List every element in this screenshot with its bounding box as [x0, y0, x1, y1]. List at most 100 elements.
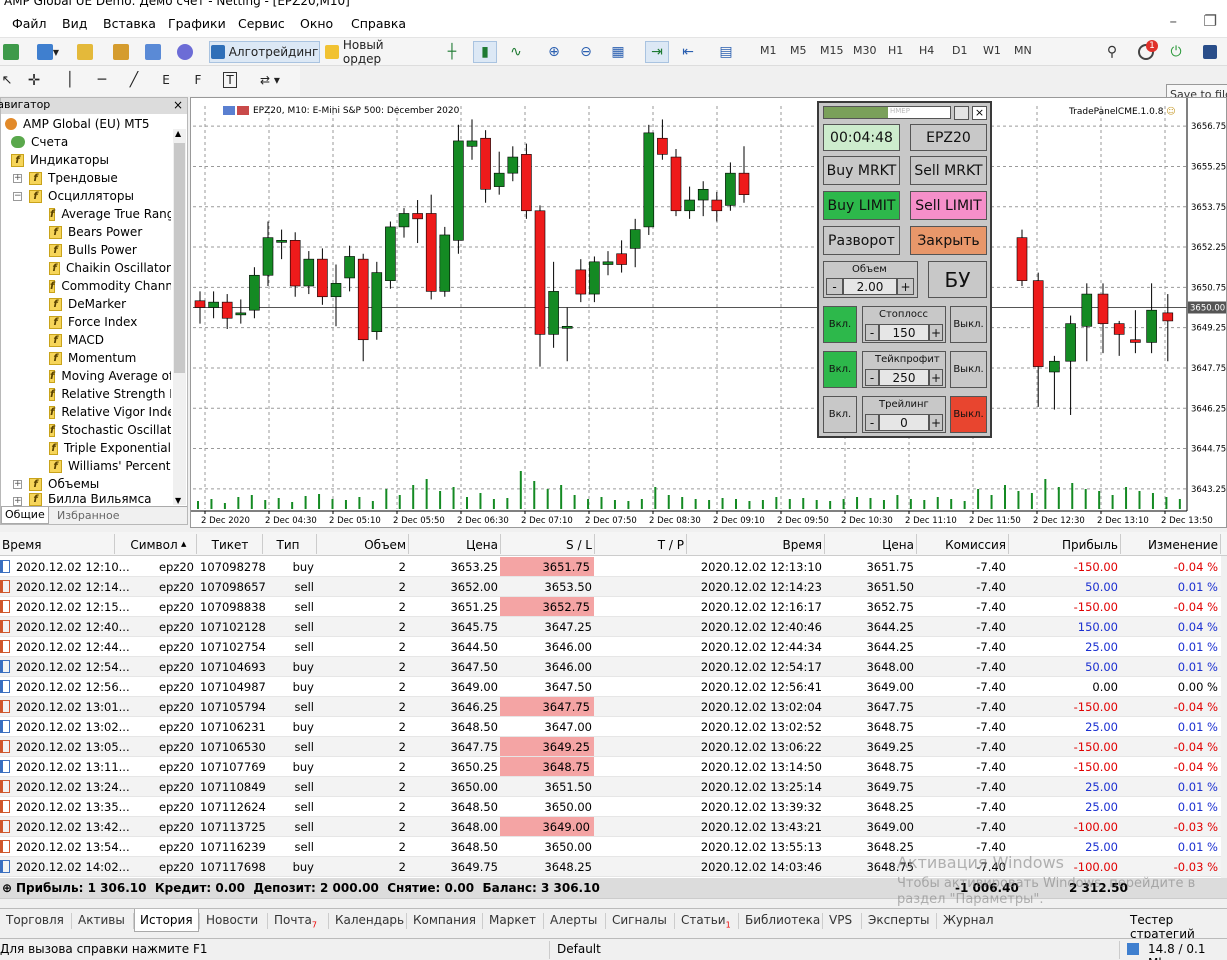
- menu-file[interactable]: Файл: [12, 16, 47, 31]
- sell-market-button[interactable]: Sell MRKT: [910, 156, 987, 185]
- indicator-item[interactable]: f Commodity Channel: [49, 277, 171, 295]
- tree-root[interactable]: AMP Global (EU) MT5: [5, 115, 150, 133]
- new-chart-icon[interactable]: [0, 41, 22, 63]
- sl-minus-button[interactable]: -: [865, 324, 879, 341]
- tab-signals[interactable]: Сигналы: [612, 913, 667, 927]
- tp-minus-button[interactable]: -: [865, 369, 879, 386]
- minimize-panel-button[interactable]: [954, 106, 969, 120]
- tab-news[interactable]: Новости: [206, 913, 258, 927]
- scroll-down-icon[interactable]: ▼: [175, 496, 181, 505]
- scroll-up-icon[interactable]: ▲: [175, 129, 181, 138]
- indicator-item[interactable]: f Relative Strength I: [49, 385, 171, 403]
- expand-icon[interactable]: +: [13, 174, 22, 183]
- column-header[interactable]: Цена: [410, 538, 498, 552]
- table-row[interactable]: 2020.12.02 13:01... epz20 107105794 sell 2 36…: [0, 697, 1221, 717]
- indicator-item[interactable]: f Bulls Power: [49, 241, 171, 259]
- tab-experts[interactable]: Эксперты: [868, 913, 930, 927]
- tab-calendar[interactable]: Календарь: [335, 913, 404, 927]
- bar-chart-icon[interactable]: ┼: [441, 41, 463, 63]
- menu-charts[interactable]: Графики: [168, 16, 226, 31]
- volume-plus-button[interactable]: +: [897, 278, 914, 295]
- sl-plus-button[interactable]: +: [929, 324, 943, 341]
- indicator-item[interactable]: f Bears Power: [49, 223, 171, 241]
- trail-minus-button[interactable]: -: [865, 414, 879, 431]
- table-row[interactable]: 2020.12.02 12:56... epz20 107104987 buy 2 364…: [0, 677, 1221, 697]
- close-panel-icon[interactable]: ×: [972, 106, 987, 120]
- indicator-item[interactable]: f Average True Range: [49, 205, 171, 223]
- signals-icon[interactable]: [174, 41, 196, 63]
- expand-icon[interactable]: +: [13, 480, 22, 489]
- tab-vps[interactable]: VPS: [829, 913, 852, 927]
- volume-input[interactable]: 2.00: [843, 278, 897, 295]
- new-order-button[interactable]: Новый ордер: [325, 38, 425, 66]
- tab-market[interactable]: Маркет: [489, 913, 536, 927]
- candle-chart-icon[interactable]: ▮: [473, 41, 497, 63]
- minimize-icon[interactable]: –: [1170, 12, 1178, 30]
- menu-view[interactable]: Вид: [62, 16, 87, 31]
- data-window-icon[interactable]: [110, 41, 132, 63]
- chart-shift-icon[interactable]: ⇤: [677, 41, 699, 63]
- menu-service[interactable]: Сервис: [238, 16, 285, 31]
- tf-d1[interactable]: D1: [952, 44, 967, 57]
- reverse-button[interactable]: Разворот: [823, 226, 900, 255]
- autoscroll-icon[interactable]: ⇥: [645, 41, 669, 63]
- tree-trend[interactable]: f Трендовые: [29, 169, 118, 187]
- indicator-item[interactable]: f Chaikin Oscillator: [49, 259, 171, 277]
- buy-limit-button[interactable]: Buy LIMIT: [823, 191, 900, 220]
- tab-trade[interactable]: Торговля: [6, 913, 64, 927]
- restore-icon[interactable]: ❐: [1204, 12, 1217, 30]
- tree-indicators[interactable]: f Индикаторы: [11, 151, 109, 169]
- totals-collapse-icon[interactable]: ⊕: [2, 881, 12, 895]
- indicator-item[interactable]: f MACD: [49, 331, 171, 349]
- tab-alerts[interactable]: Алерты: [550, 913, 597, 927]
- tree-bill[interactable]: f Билла Вильямса: [29, 492, 152, 506]
- table-row[interactable]: 2020.12.02 12:54... epz20 107104693 buy 2 364…: [0, 657, 1221, 677]
- table-row[interactable]: 2020.12.02 12:40... epz20 107102128 sell 2 36…: [0, 617, 1221, 637]
- table-row[interactable]: 2020.12.02 12:44... epz20 107102754 sell 2 36…: [0, 637, 1221, 657]
- sl-input[interactable]: 150: [879, 324, 929, 341]
- indicator-item[interactable]: f Triple Exponential: [49, 439, 171, 457]
- tab-company[interactable]: Компания: [413, 913, 476, 927]
- account-icon[interactable]: 1: [1132, 40, 1160, 63]
- close-icon[interactable]: ×: [173, 98, 183, 112]
- tp-on-button[interactable]: Вкл.: [823, 351, 857, 388]
- column-header[interactable]: Цена: [826, 538, 914, 552]
- collapse-icon[interactable]: −: [13, 192, 22, 201]
- trail-input[interactable]: 0: [879, 414, 929, 431]
- tree-volumes[interactable]: f Объемы: [29, 475, 99, 493]
- horizontal-line-icon[interactable]: ─: [92, 69, 112, 91]
- zoom-out-icon[interactable]: ⊖: [575, 41, 597, 63]
- table-row[interactable]: 2020.12.02 13:05... epz20 107106530 sell 2 36…: [0, 737, 1221, 757]
- text-tool-icon[interactable]: T: [220, 69, 240, 91]
- price-chart[interactable]: 3656.75 3655.25 3653.75 3652.25 3650.75 3649.…: [191, 98, 1226, 527]
- column-header[interactable]: Тикет: [200, 538, 260, 552]
- table-row[interactable]: 2020.12.02 13:42... epz20 107113725 sell 2 36…: [0, 817, 1221, 837]
- column-header[interactable]: Изменение: [1122, 538, 1218, 552]
- buy-market-button[interactable]: Buy MRKT: [823, 156, 900, 185]
- vertical-line-icon[interactable]: │: [60, 69, 80, 91]
- column-header[interactable]: Комиссия: [918, 538, 1006, 552]
- menu-help[interactable]: Справка: [351, 16, 406, 31]
- table-row[interactable]: 2020.12.02 12:14... epz20 107098657 sell 2 36…: [0, 577, 1221, 597]
- crosshair-icon[interactable]: ✛: [24, 69, 44, 91]
- save-icon[interactable]: [1198, 41, 1222, 63]
- tp-input[interactable]: 250: [879, 369, 929, 386]
- templates-icon[interactable]: ▤: [715, 41, 737, 63]
- tf-h1[interactable]: H1: [888, 44, 903, 57]
- lvl-icon[interactable]: ⏻: [1166, 41, 1186, 63]
- menu-window[interactable]: Окно: [300, 16, 333, 31]
- close-position-button[interactable]: Закрыть: [910, 226, 987, 255]
- tp-off-button[interactable]: Выкл.: [950, 351, 987, 388]
- tab-articles[interactable]: Статьи1: [681, 913, 731, 929]
- table-row[interactable]: 2020.12.02 13:11... epz20 107107769 buy 2 365…: [0, 757, 1221, 777]
- sell-limit-button[interactable]: Sell LIMIT: [910, 191, 987, 220]
- shapes-icon[interactable]: ⇄ ▾: [252, 69, 288, 91]
- indicator-item[interactable]: f Moving Average of: [49, 367, 171, 385]
- tf-h4[interactable]: H4: [919, 44, 934, 57]
- navigator-icon[interactable]: [142, 41, 164, 63]
- menu-insert[interactable]: Вставка: [103, 16, 156, 31]
- sl-on-button[interactable]: Вкл.: [823, 306, 857, 343]
- column-header[interactable]: Время: [688, 538, 822, 552]
- tab-library[interactable]: Библиотека: [745, 913, 820, 927]
- tree-accounts[interactable]: Счета: [11, 133, 68, 151]
